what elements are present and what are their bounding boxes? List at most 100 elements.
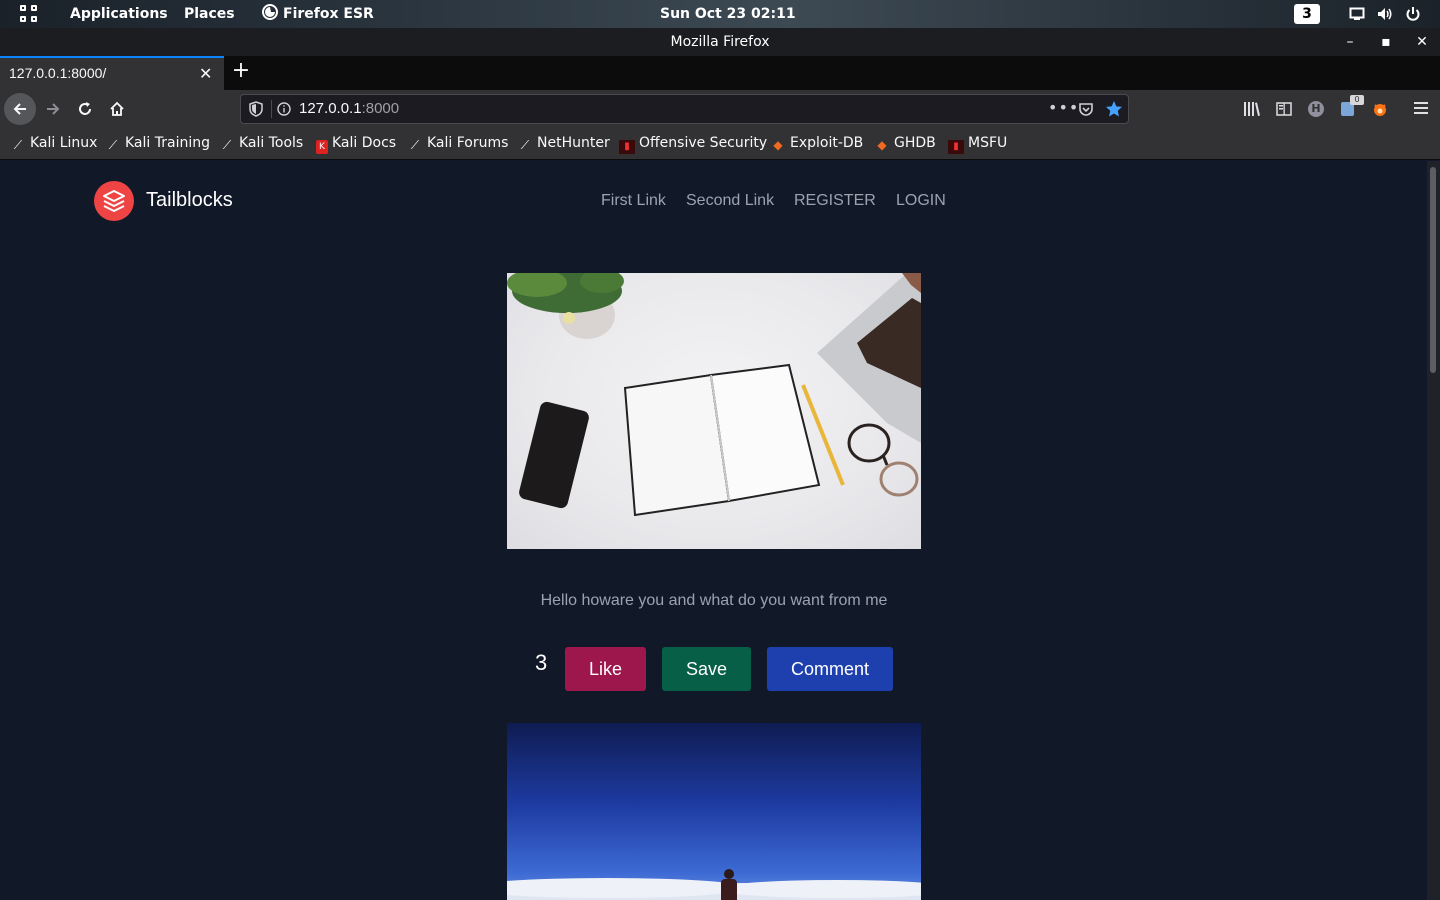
- back-arrow-icon: [13, 103, 26, 115]
- post-image-desk: [507, 273, 921, 549]
- sky-illustration: [507, 869, 921, 900]
- kali-icon: ⟋: [222, 138, 232, 152]
- offsec-icon: ▮: [619, 140, 635, 154]
- screen-icon[interactable]: [1349, 6, 1365, 22]
- forward-arrow-icon: [47, 103, 60, 115]
- nav-register-link[interactable]: REGISTER: [794, 192, 876, 210]
- gnome-top-bar: Applications Places Firefox ESR Sun Oct …: [0, 0, 1440, 28]
- nav-first-link[interactable]: First Link: [601, 192, 666, 210]
- site-info-icon[interactable]: [277, 102, 291, 116]
- person-silhouette: [721, 869, 737, 900]
- bookmark-kali-forums[interactable]: ⟋ Kali Forums: [407, 135, 509, 152]
- home-icon: [110, 101, 124, 116]
- pocket-icon[interactable]: [1078, 101, 1094, 117]
- tab-strip: 127.0.0.1:8000/ ✕ +: [0, 56, 1440, 90]
- bookmark-nethunter[interactable]: ⟋ NetHunter: [517, 135, 610, 152]
- home-button[interactable]: [102, 94, 132, 124]
- bookmark-kali-docs[interactable]: K Kali Docs: [316, 135, 396, 154]
- page-scrollbar[interactable]: [1427, 161, 1440, 900]
- layers-logo-icon: [103, 190, 125, 212]
- back-button[interactable]: [4, 93, 36, 125]
- bookmark-star-icon[interactable]: [1105, 100, 1123, 118]
- exploitdb-icon: ◆: [773, 138, 783, 152]
- save-button[interactable]: Save: [662, 647, 751, 691]
- exploitdb-icon: ◆: [877, 138, 887, 152]
- bookmarks-toolbar: ⟋ Kali Linux ⟋ Kali Training ⟋ Kali Tools K…: [0, 128, 1440, 160]
- maximize-button[interactable]: ▪: [1372, 28, 1400, 56]
- bookmark-label: NetHunter: [537, 135, 610, 151]
- bookmark-kali-training[interactable]: ⟋ Kali Training: [105, 135, 210, 152]
- urlbar-divider: [271, 100, 272, 118]
- nav-second-link[interactable]: Second Link: [686, 192, 774, 210]
- extension-fox-icon[interactable]: [1372, 101, 1388, 117]
- scrollbar-thumb[interactable]: [1430, 167, 1436, 373]
- url-bar[interactable]: 127.0.0.1:8000 •••: [240, 94, 1129, 124]
- clock[interactable]: Sun Oct 23 02:11: [660, 0, 796, 28]
- browser-tab-active[interactable]: 127.0.0.1:8000/ ✕: [0, 56, 224, 90]
- minimize-button[interactable]: –: [1336, 28, 1364, 56]
- tab-title: 127.0.0.1:8000/: [9, 65, 107, 81]
- site-logo[interactable]: [94, 181, 134, 221]
- menu-hamburger-icon[interactable]: [1414, 102, 1428, 114]
- kali-icon: ⟋: [108, 138, 118, 152]
- bookmark-exploit-db[interactable]: ◆ Exploit-DB: [770, 135, 863, 152]
- places-menu[interactable]: Places: [184, 0, 235, 28]
- extension-badge: 0: [1350, 95, 1364, 105]
- account-avatar-icon[interactable]: H: [1308, 101, 1324, 117]
- firefox-app-menu[interactable]: Firefox ESR: [262, 0, 374, 28]
- post-image-sky: [507, 723, 921, 900]
- page-actions-icon[interactable]: •••: [1048, 98, 1079, 117]
- bookmark-label: Exploit-DB: [790, 135, 864, 151]
- forward-button[interactable]: [38, 94, 68, 124]
- sidebar-toggle-icon[interactable]: [1276, 102, 1292, 116]
- plant-illustration: [507, 273, 624, 339]
- reload-button[interactable]: [70, 94, 100, 124]
- applications-menu[interactable]: Applications: [70, 0, 168, 28]
- post-caption: Hello howare you and what do you want fr…: [540, 592, 888, 609]
- volume-icon[interactable]: [1377, 6, 1393, 22]
- desk-illustration: [507, 273, 921, 517]
- kali-icon: ⟋: [520, 138, 530, 152]
- bookmark-kali-linux[interactable]: ⟋ Kali Linux: [10, 135, 98, 152]
- site-brand[interactable]: Tailblocks: [146, 189, 233, 212]
- workspace-indicator[interactable]: 3: [1294, 4, 1320, 24]
- bookmark-label: Offensive Security: [639, 135, 768, 151]
- tab-close-icon[interactable]: ✕: [199, 64, 212, 83]
- offsec-icon: ▮: [948, 140, 964, 154]
- kali-icon: ⟋: [410, 138, 420, 152]
- url-text[interactable]: 127.0.0.1:8000: [299, 100, 399, 117]
- bookmark-label: Kali Docs: [332, 135, 397, 151]
- library-icon[interactable]: [1243, 101, 1261, 117]
- bookmark-msfu[interactable]: ▮ MSFU: [948, 135, 1007, 154]
- notebook-illustration: [623, 363, 821, 517]
- url-host: 127.0.0.1: [299, 100, 362, 117]
- like-count: 3: [535, 650, 548, 675]
- glasses-illustration: [847, 423, 919, 497]
- bookmark-label: Kali Training: [125, 135, 210, 151]
- page-content: Tailblocks First Link Second Link REGIST…: [0, 161, 1427, 900]
- laptop-illustration: [817, 273, 921, 443]
- bookmark-label: Kali Tools: [239, 135, 304, 151]
- firefox-app-label: Firefox ESR: [283, 6, 374, 22]
- power-icon[interactable]: [1405, 6, 1421, 22]
- kali-icon: ⟋: [13, 138, 23, 152]
- bookmark-label: MSFU: [968, 135, 1008, 151]
- tracking-shield-icon[interactable]: [249, 101, 263, 117]
- window-title-bar: Mozilla Firefox – ▪ ✕: [0, 28, 1440, 56]
- app-grid-icon[interactable]: [20, 5, 38, 23]
- new-tab-button[interactable]: +: [230, 58, 252, 83]
- bookmark-ghdb[interactable]: ◆ GHDB: [874, 135, 936, 152]
- bookmark-offensive-security[interactable]: ▮ Offensive Security: [619, 135, 767, 154]
- bookmark-label: GHDB: [894, 135, 936, 151]
- nav-login-link[interactable]: LOGIN: [896, 192, 946, 210]
- comment-button[interactable]: Comment: [767, 647, 893, 691]
- like-button[interactable]: Like: [565, 647, 646, 691]
- window-title: Mozilla Firefox: [670, 34, 770, 50]
- phone-illustration: [519, 401, 589, 509]
- url-port: :8000: [361, 100, 400, 117]
- reload-icon: [79, 102, 91, 115]
- close-window-button[interactable]: ✕: [1408, 28, 1436, 56]
- kali-docs-icon: K: [316, 140, 328, 154]
- bookmark-kali-tools[interactable]: ⟋ Kali Tools: [219, 135, 303, 152]
- bookmark-label: Kali Linux: [30, 135, 98, 151]
